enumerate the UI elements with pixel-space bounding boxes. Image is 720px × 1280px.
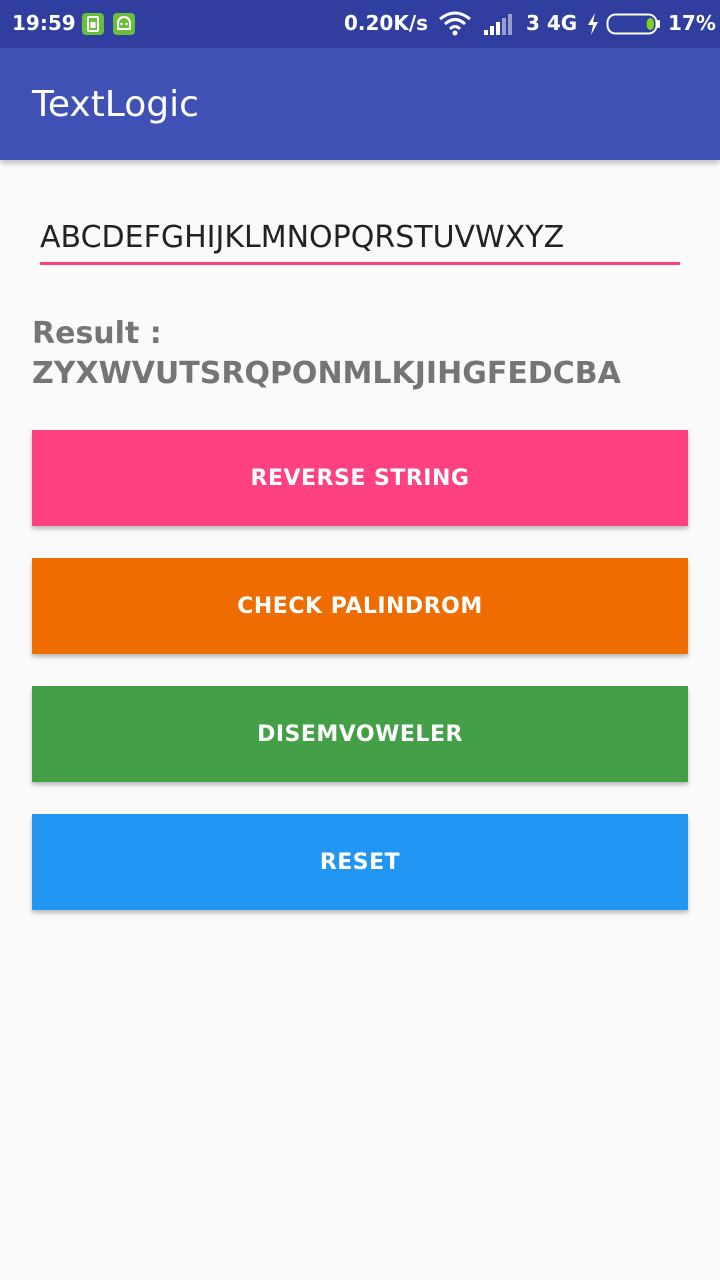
result-label: Result : [32, 316, 162, 351]
sim-notification-icon [82, 13, 104, 35]
reverse-string-button[interactable]: REVERSE STRING [32, 430, 688, 526]
signal-icon [482, 12, 514, 41]
status-time: 19:59 [12, 11, 76, 35]
charging-icon [586, 12, 600, 41]
battery-icon [606, 13, 662, 40]
android-notification-icon [113, 13, 135, 35]
network-type: 3 4G [526, 11, 578, 35]
reset-button[interactable]: RESET [32, 814, 688, 910]
app-bar: TextLogic [0, 48, 720, 160]
result-value: ZYXWVUTSRQPONMLKJIHGFEDCBA [32, 356, 621, 391]
disemvoweler-button[interactable]: DISEMVOWELER [32, 686, 688, 782]
status-bar: 19:59 0.20K/s 3 4G 17% [0, 0, 720, 48]
battery-percent: 17% [668, 11, 716, 35]
network-speed: 0.20K/s [344, 11, 429, 35]
check-palindrom-button[interactable]: CHECK PALINDROM [32, 558, 688, 654]
text-input-field[interactable] [40, 212, 680, 265]
wifi-icon [438, 10, 472, 41]
app-title: TextLogic [32, 84, 199, 125]
